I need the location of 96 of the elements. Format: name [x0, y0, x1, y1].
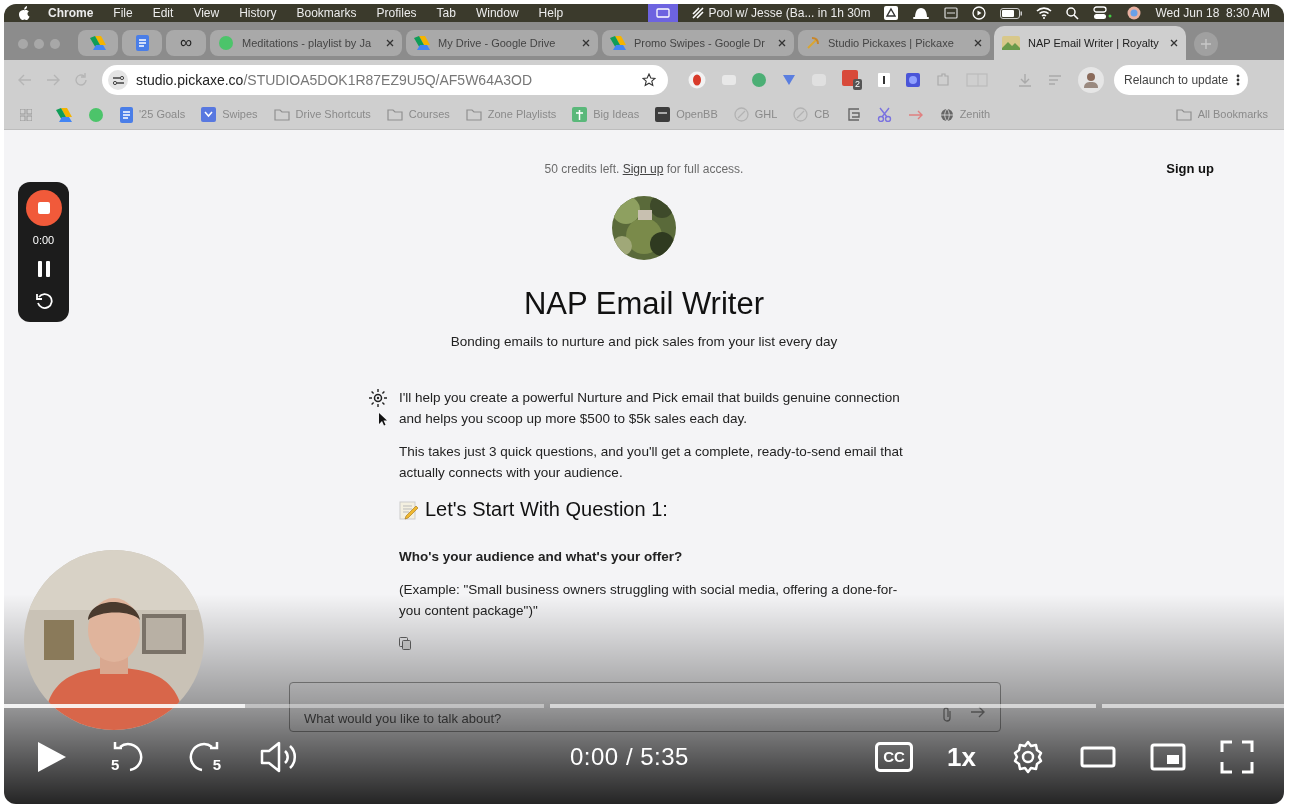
relaunch-button[interactable]: Relaunch to update — [1114, 65, 1249, 95]
time-display: 0:00 / 5:35 — [570, 742, 689, 772]
bracket-icon[interactable] — [845, 107, 861, 122]
globe-icon — [939, 107, 954, 122]
input-placeholder: What would you like to talk about? — [304, 711, 502, 726]
folder-icon — [273, 108, 290, 121]
extension-icon[interactable] — [878, 73, 890, 87]
page-subtitle: Bonding emails to nurture and pick sales from your list every day — [450, 333, 838, 351]
tab-title: Studio Pickaxes | Pickaxe — [828, 35, 955, 51]
menu-item[interactable]: Help — [538, 4, 564, 22]
menu-item[interactable]: View — [193, 4, 220, 22]
circle-icon — [218, 35, 234, 51]
browser-tab[interactable]: Promo Swipes - Google Dr — [602, 30, 794, 56]
drive-icon — [90, 36, 106, 50]
menu-item[interactable]: Bookmarks — [296, 4, 357, 22]
message-paragraph: This takes just 3 quick questions, and you'll get a complete, ready-to-send email that actually connects with your audience. — [399, 443, 904, 483]
menu-item[interactable]: File — [113, 4, 133, 22]
close-icon[interactable] — [386, 39, 394, 47]
pause-icon[interactable] — [36, 260, 51, 277]
close-icon[interactable] — [1170, 39, 1178, 47]
stop-icon — [37, 202, 50, 214]
tab-title: Promo Swipes - Google Dr — [634, 35, 766, 51]
drive-icon — [610, 36, 626, 50]
miniplayer-icon[interactable] — [1150, 743, 1186, 771]
restart-icon[interactable] — [34, 291, 53, 310]
menu-item[interactable]: Tab — [436, 4, 456, 22]
sign-up-link[interactable]: Sign up — [622, 162, 664, 176]
close-icon[interactable] — [582, 39, 590, 47]
image-icon — [1002, 36, 1020, 50]
pinned-tab[interactable] — [122, 30, 162, 56]
copy-icon[interactable] — [399, 637, 411, 651]
address-bar[interactable]: studio.pickaxe.co/STUDIOA5DOK1R87EZ9U5Q/AF5W64A3OD — [102, 65, 668, 95]
site-settings-icon[interactable] — [108, 70, 128, 90]
battery-icon[interactable] — [1000, 7, 1023, 19]
assistant-icon — [369, 389, 387, 408]
document-icon — [135, 35, 149, 51]
shield-icon[interactable] — [688, 71, 706, 89]
control-center-icon[interactable] — [1093, 6, 1114, 20]
extension-badge: 2 — [853, 79, 862, 90]
drive-icon — [414, 36, 430, 50]
wifi-icon[interactable] — [1036, 7, 1053, 19]
sign-up-link[interactable]: Sign up — [1166, 159, 1214, 179]
folder-icon — [465, 108, 482, 121]
folder-icon — [1175, 108, 1192, 121]
plus-icon — [1201, 39, 1211, 49]
calendar-event-text[interactable]: Pool w/ Jesse (Ba... in 1h 30m — [708, 4, 871, 22]
box-icon — [655, 107, 671, 122]
clock[interactable]: Wed Jun 18 8:30 AM — [1155, 4, 1270, 22]
tab-title: NAP Email Writer | Royalty — [1028, 35, 1160, 51]
rewind-button[interactable]: 5 — [108, 737, 148, 777]
box-icon — [201, 107, 217, 122]
tab-title: My Drive - Google Drive — [438, 35, 557, 51]
profile-avatar[interactable] — [1078, 67, 1104, 93]
browser-tab[interactable]: Studio Pickaxes | Pickaxe — [798, 30, 990, 56]
search-icon[interactable] — [1066, 6, 1080, 20]
apple-icon — [18, 6, 30, 20]
menu-item[interactable]: Chrome — [48, 4, 94, 22]
message-paragraph: I'll help you create a powerful Nurture and Pick email that builds genuine connection and helps you scoop up more $500 to $5k sales each day. — [399, 389, 901, 429]
scissors-icon[interactable] — [876, 107, 892, 122]
playback-speed-button[interactable]: 1x — [947, 737, 976, 777]
forward-button[interactable]: 5 — [184, 737, 224, 777]
tab-title: Meditations - playlist by Ja — [242, 35, 372, 51]
captions-button[interactable]: CC — [875, 742, 914, 772]
screen-share-icon[interactable] — [648, 4, 679, 22]
url-text: studio.pickaxe.co/STUDIOA5DOK1R87EZ9U5Q/AF5W64A3OD — [136, 70, 534, 90]
question-heading: Let's Start With Question 1: — [425, 499, 668, 521]
close-icon[interactable] — [974, 39, 982, 47]
more-icon — [1236, 74, 1241, 86]
avatar-icon[interactable] — [1127, 6, 1142, 20]
browser-tab[interactable]: NAP Email Writer | Royalty — [994, 26, 1186, 60]
attach-icon[interactable] — [942, 706, 952, 722]
send-icon[interactable] — [970, 706, 986, 718]
pickaxe-icon — [806, 36, 820, 50]
star-icon[interactable] — [642, 73, 656, 87]
browser-tab[interactable]: My Drive - Google Drive — [406, 30, 598, 56]
menu-item[interactable]: History — [239, 4, 277, 22]
menu-item[interactable]: Window — [475, 4, 519, 22]
folder-icon — [386, 108, 403, 121]
close-icon[interactable] — [778, 39, 786, 47]
message-paragraph: (Example: "Small business owners struggling with social media, offering a done-for-you content package")" — [399, 581, 899, 621]
pinned-tab[interactable]: ∞ — [166, 30, 206, 56]
recording-time: 0:00 — [32, 233, 55, 248]
question-text: Who's your audience and what's your offer? — [399, 548, 684, 567]
menu-item[interactable]: Edit — [152, 4, 174, 22]
document-icon — [120, 106, 133, 123]
menu-item[interactable]: Profiles — [376, 4, 417, 22]
stop-button[interactable] — [25, 190, 62, 226]
play-circle-icon[interactable] — [972, 6, 987, 20]
page-title: NAP Email Writer — [524, 285, 764, 323]
browser-tab[interactable]: Meditations - playlist by Ja — [210, 30, 402, 56]
theater-mode-icon[interactable] — [1080, 745, 1116, 769]
credits-notice: 50 credits left. Sign up for full access. — [544, 161, 744, 178]
bell-icon[interactable] — [912, 6, 931, 20]
fullscreen-icon[interactable] — [1220, 740, 1254, 774]
cursor-icon — [378, 413, 387, 427]
memo-icon — [399, 499, 419, 520]
